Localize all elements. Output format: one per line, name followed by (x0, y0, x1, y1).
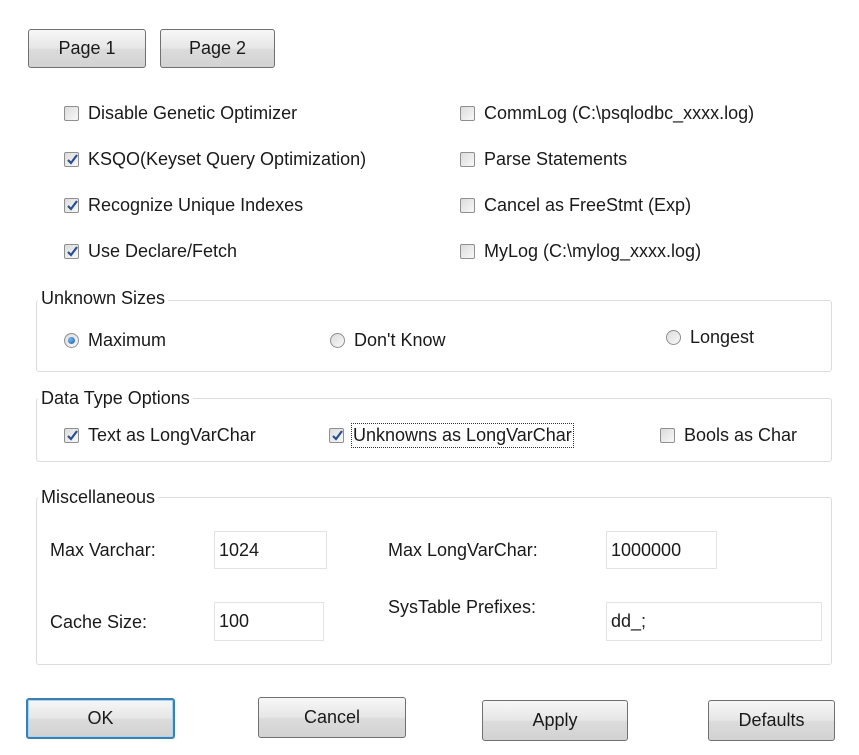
checkmark-icon (67, 154, 78, 165)
max-varchar-field[interactable] (214, 531, 327, 569)
checkbox-label: Recognize Unique Indexes (88, 195, 304, 215)
defaults-button[interactable]: Defaults (708, 700, 835, 741)
checkbox-label: CommLog (C:\psqlodbc_xxxx.log) (484, 103, 755, 123)
radio-dont-know[interactable]: Don't Know (330, 330, 446, 351)
checkbox-label: Cancel as FreeStmt (Exp) (484, 195, 692, 215)
commlog-checkbox[interactable]: CommLog (C:\psqlodbc_xxxx.log) (460, 103, 754, 124)
checkbox-label: Unknowns as LongVarChar (351, 423, 574, 448)
checkmark-icon (67, 200, 78, 211)
page-1-button[interactable]: Page 1 (28, 29, 146, 68)
data-type-options-title: Data Type Options (38, 388, 193, 409)
systable-prefixes-label: SysTable Prefixes: (388, 597, 537, 617)
checkbox-label: Parse Statements (484, 149, 628, 169)
top-edge (0, 0, 859, 14)
bools-as-char-checkbox[interactable]: Bools as Char (660, 425, 797, 446)
odbc-advanced-options-dialog: Page 1 Page 2 Disable Genetic Optimizer … (0, 0, 859, 755)
checkbox-box[interactable] (64, 198, 79, 213)
max-varchar-label: Max Varchar: (50, 540, 156, 560)
unknowns-as-longvarchar-checkbox[interactable]: Unknowns as LongVarChar (329, 423, 574, 448)
checkbox-box[interactable] (460, 244, 475, 259)
checkmark-icon (332, 430, 343, 441)
apply-button[interactable]: Apply (482, 700, 628, 741)
checkbox-box[interactable] (460, 152, 475, 167)
checkbox-box[interactable] (460, 198, 475, 213)
max-longvarchar-field[interactable] (606, 531, 717, 569)
checkbox-label: KSQO(Keyset Query Optimization) (88, 149, 367, 169)
miscellaneous-title: Miscellaneous (38, 487, 159, 508)
radio-button[interactable] (666, 330, 681, 345)
cache-size-field[interactable] (214, 602, 324, 641)
radio-maximum[interactable]: Maximum (64, 330, 166, 351)
ksqo-checkbox[interactable]: KSQO(Keyset Query Optimization) (64, 149, 366, 170)
cancel-as-freestmt-checkbox[interactable]: Cancel as FreeStmt (Exp) (460, 195, 691, 216)
mylog-checkbox[interactable]: MyLog (C:\mylog_xxxx.log) (460, 241, 701, 262)
checkbox-label: Disable Genetic Optimizer (88, 103, 298, 123)
checkbox-label: MyLog (C:\mylog_xxxx.log) (484, 241, 702, 261)
radio-label: Longest (690, 327, 755, 347)
checkbox-box[interactable] (460, 106, 475, 121)
radio-longest[interactable]: Longest (666, 327, 754, 348)
checkbox-box[interactable] (660, 428, 675, 443)
text-as-longvarchar-checkbox[interactable]: Text as LongVarChar (64, 425, 256, 446)
checkmark-icon (67, 246, 78, 257)
checkbox-box[interactable] (329, 428, 344, 443)
parse-statements-checkbox[interactable]: Parse Statements (460, 149, 627, 170)
radio-button[interactable] (64, 333, 79, 348)
checkbox-box[interactable] (64, 428, 79, 443)
checkbox-label: Use Declare/Fetch (88, 241, 238, 261)
checkbox-box[interactable] (64, 106, 79, 121)
radio-label: Maximum (88, 330, 167, 350)
page-2-button[interactable]: Page 2 (160, 29, 275, 68)
radio-label: Don't Know (354, 330, 446, 350)
disable-genetic-optimizer-checkbox[interactable]: Disable Genetic Optimizer (64, 103, 297, 124)
checkbox-box[interactable] (64, 152, 79, 167)
unknown-sizes-title: Unknown Sizes (38, 288, 169, 309)
cancel-button[interactable]: Cancel (258, 697, 406, 738)
cache-size-label: Cache Size: (50, 612, 148, 632)
checkmark-icon (67, 430, 78, 441)
checkbox-box[interactable] (64, 244, 79, 259)
ok-button[interactable]: OK (26, 698, 175, 739)
use-declare-fetch-checkbox[interactable]: Use Declare/Fetch (64, 241, 237, 262)
systable-prefixes-field[interactable] (606, 602, 822, 641)
recognize-unique-indexes-checkbox[interactable]: Recognize Unique Indexes (64, 195, 303, 216)
checkbox-label: Text as LongVarChar (88, 425, 256, 445)
max-longvarchar-label: Max LongVarChar: (388, 540, 538, 560)
radio-button[interactable] (330, 333, 345, 348)
checkbox-label: Bools as Char (684, 425, 798, 445)
